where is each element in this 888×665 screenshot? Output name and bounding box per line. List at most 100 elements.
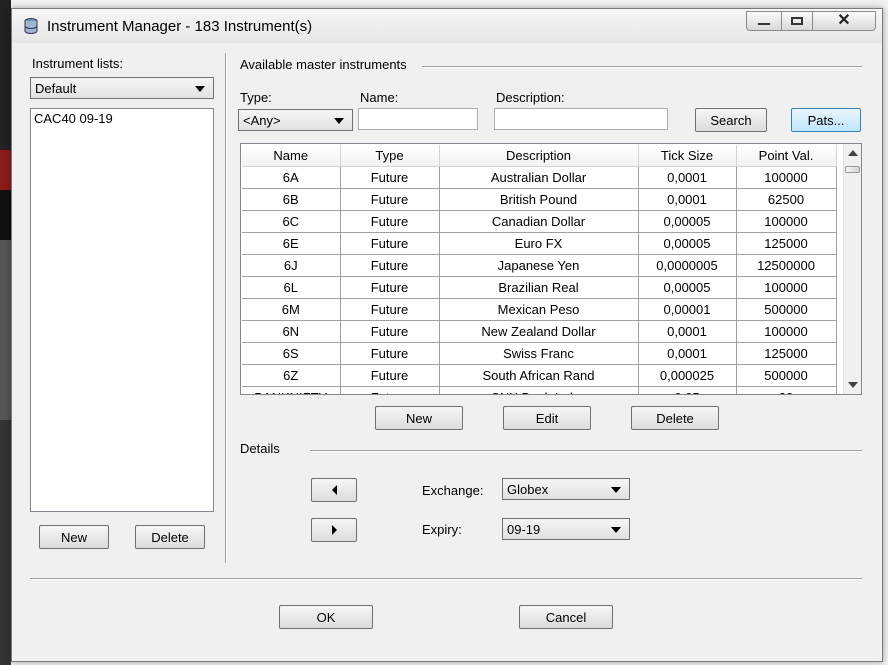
next-button[interactable] [311,518,357,542]
cell-name: 6B [242,188,341,211]
cell-name: 6M [242,298,341,321]
minimize-button[interactable] [746,11,782,31]
cell-name: BANKNIFTY [242,386,341,394]
list-new-button[interactable]: New [39,525,109,549]
exchange-dropdown[interactable]: Globex [502,478,630,500]
table-row[interactable]: 6M Future Mexican Peso 0,00001 500000 [242,298,837,321]
cell-type: Future [340,210,440,233]
table-row[interactable]: 6N Future New Zealand Dollar 0,0001 100000 [242,320,837,343]
cell-type: Future [340,188,440,211]
title-bar: Instrument Manager - 183 Instrument(s) ✕ [12,9,882,43]
column-header-tick-size[interactable]: Tick Size [638,145,737,167]
cell-tick-size: 0,0001 [638,188,737,211]
name-input[interactable] [358,108,478,130]
column-header-point-value[interactable]: Point Val. [736,145,837,167]
cell-type: Future [340,298,440,321]
instrument-list-box[interactable]: CAC40 09-19 [30,108,214,512]
cell-description: New Zealand Dollar [439,320,639,343]
table-row[interactable]: 6C Future Canadian Dollar 0,00005 100000 [242,210,837,233]
cancel-button[interactable]: Cancel [519,605,613,629]
column-header-description[interactable]: Description [439,145,639,167]
table-row[interactable]: 6Z Future South African Rand 0,000025 500000 [242,364,837,387]
cell-description: CNX Bank Index [439,386,639,394]
cell-point-value: 125000 [736,342,837,365]
cell-description: South African Rand [439,364,639,387]
cell-name: 6E [242,232,341,255]
table-row[interactable]: 6L Future Brazilian Real 0,00005 100000 [242,276,837,299]
cell-description: Mexican Peso [439,298,639,321]
instrument-delete-button[interactable]: Delete [631,406,719,430]
cell-tick-size: 0,0001 [638,166,737,189]
cell-type: Future [340,232,440,255]
footer-divider [30,578,862,580]
table-row[interactable]: 6E Future Euro FX 0,00005 125000 [242,232,837,255]
chevron-down-icon [195,86,205,92]
instrument-list-dropdown[interactable]: Default [30,77,214,99]
cell-description: Euro FX [439,232,639,255]
scroll-up-icon[interactable] [848,150,858,156]
cell-name: 6S [242,342,341,365]
instrument-edit-button[interactable]: Edit [503,406,591,430]
master-instruments-heading: Available master instruments [240,57,407,72]
description-input[interactable] [494,108,668,130]
cell-type: Future [340,166,440,189]
name-label: Name: [360,90,399,105]
cell-type: Future [340,386,440,394]
list-delete-button[interactable]: Delete [135,525,205,549]
table-body: 6A Future Australian Dollar 0,0001 100000 6B… [242,166,837,394]
column-header-name[interactable]: Name [242,145,341,167]
close-button[interactable]: ✕ [812,11,876,31]
cell-type: Future [340,364,440,387]
description-label: Description: [496,90,565,105]
scroll-thumb[interactable] [845,166,860,173]
database-icon [24,18,38,34]
table-row[interactable]: 6J Future Japanese Yen 0,0000005 12500000 [242,254,837,277]
expiry-dropdown[interactable]: 09-19 [502,518,630,540]
section-divider [422,66,862,68]
table-row[interactable]: 6A Future Australian Dollar 0,0001 100000 [242,166,837,189]
close-icon: ✕ [837,12,851,29]
table-row[interactable]: 6S Future Swiss Franc 0,0001 125000 [242,342,837,365]
cell-name: 6L [242,276,341,299]
search-button[interactable]: Search [695,108,767,132]
table-scrollbar[interactable] [843,144,861,394]
cell-point-value: 100000 [736,320,837,343]
instruments-table[interactable]: Name Type Description Tick Size Point Va… [240,143,862,395]
cell-point-value: 62500 [736,188,837,211]
background-desktop [0,0,11,665]
type-label: Type: [240,90,272,105]
maximize-button[interactable] [781,11,813,31]
exchange-value: Globex [507,481,549,497]
expiry-value: 09-19 [507,521,541,537]
expiry-label: Expiry: [422,522,462,537]
maximize-icon [791,17,803,25]
list-item[interactable]: CAC40 09-19 [31,109,213,128]
cell-point-value: 500000 [736,298,837,321]
ok-button[interactable]: OK [279,605,373,629]
column-header-type[interactable]: Type [340,145,440,167]
pats-button[interactable]: Pats... [791,108,861,132]
scroll-down-icon[interactable] [848,382,858,388]
instrument-new-button[interactable]: New [375,406,463,430]
cell-description: British Pound [439,188,639,211]
instruments-grid: Name Type Description Tick Size Point Va… [242,145,837,394]
cell-type: Future [340,276,440,299]
chevron-down-icon [611,527,621,533]
panel-divider [225,53,227,563]
arrow-left-icon [331,485,337,495]
cell-point-value: 12500000 [736,254,837,277]
cell-tick-size: 0,000025 [638,364,737,387]
cell-point-value: 100000 [736,166,837,189]
previous-button[interactable] [311,478,357,502]
cell-tick-size: 0,00005 [638,276,737,299]
cell-description: Canadian Dollar [439,210,639,233]
cell-type: Future [340,320,440,343]
cell-name: 6J [242,254,341,277]
chevron-down-icon [611,487,621,493]
table-row[interactable]: BANKNIFTYFutureCNX Bank Index0,0520 [242,386,837,394]
table-row[interactable]: 6B Future British Pound 0,0001 62500 [242,188,837,211]
type-dropdown[interactable]: <Any> [238,109,353,131]
cell-description: Swiss Franc [439,342,639,365]
cell-tick-size: 0,0001 [638,320,737,343]
cell-type: Future [340,342,440,365]
